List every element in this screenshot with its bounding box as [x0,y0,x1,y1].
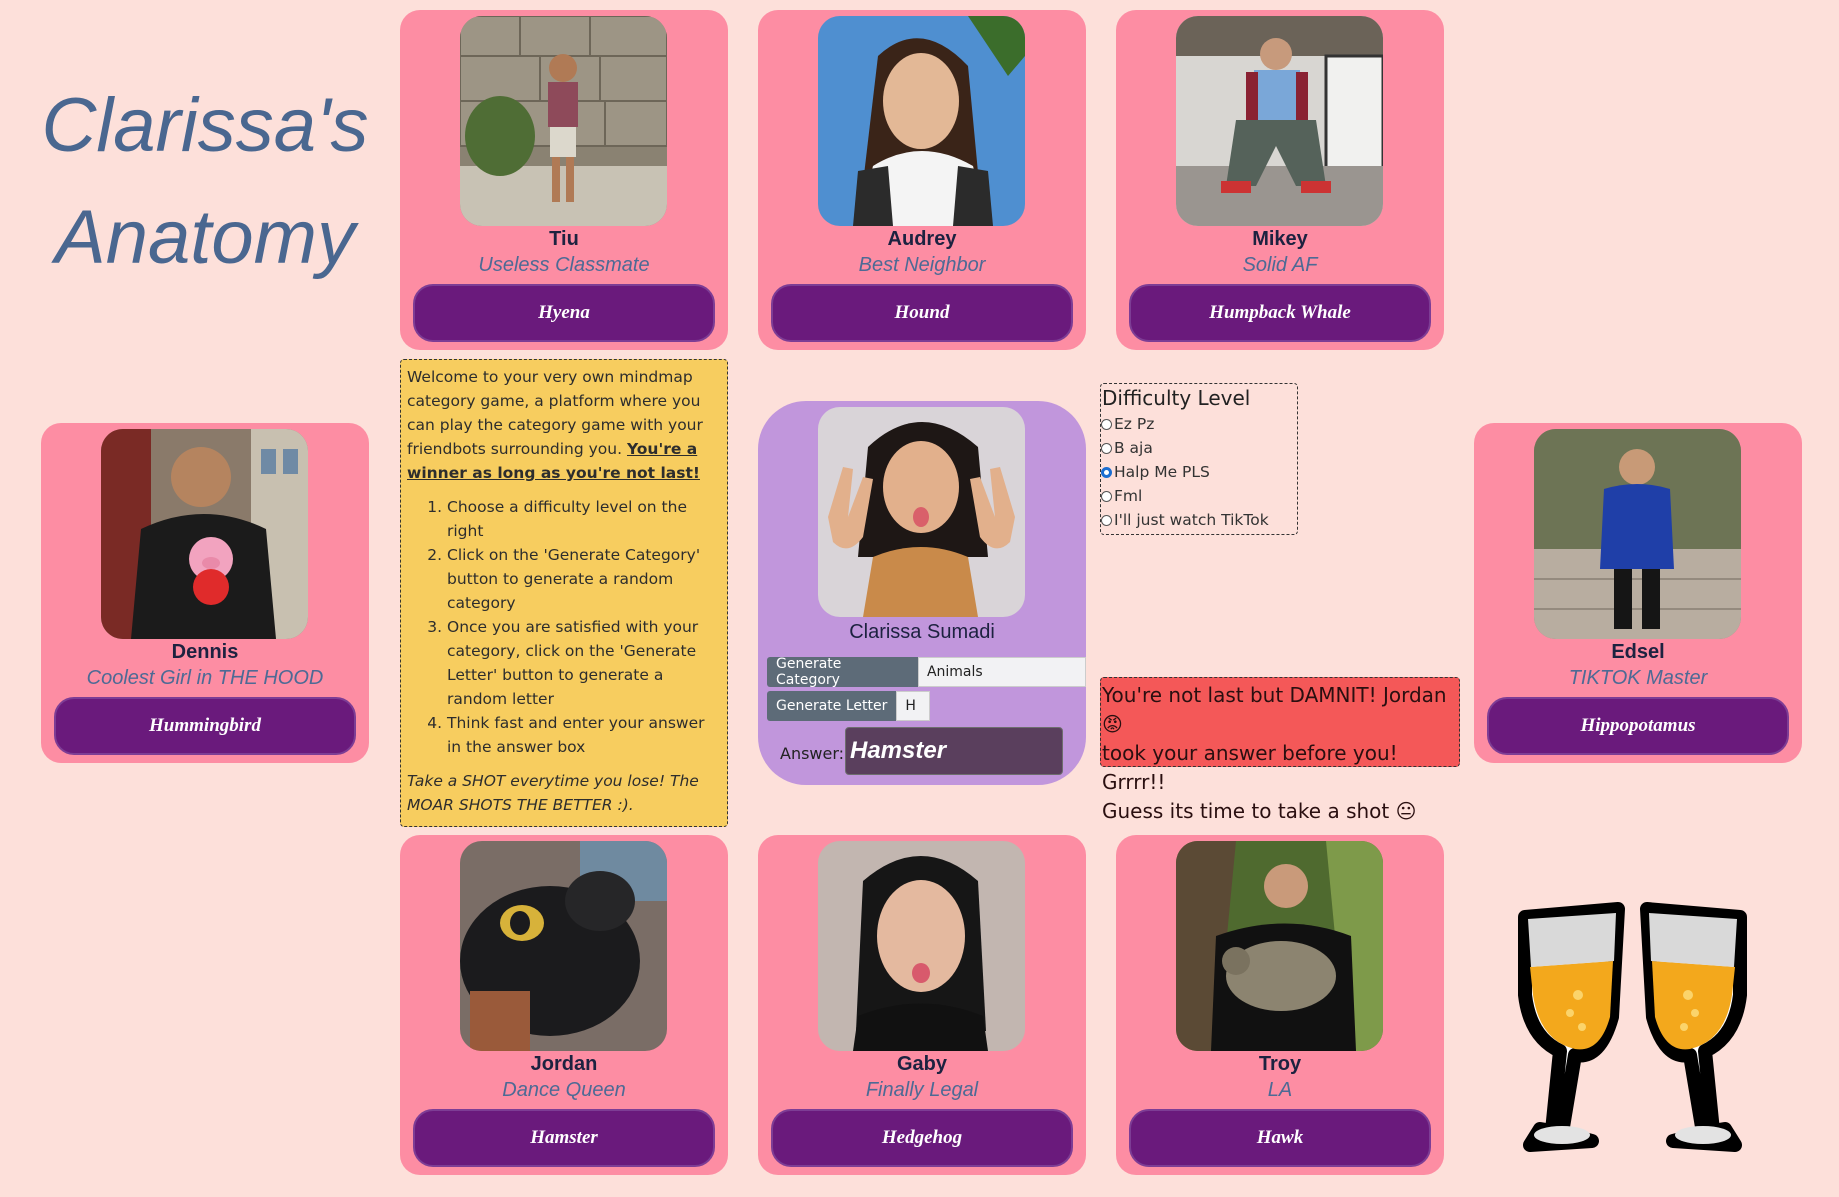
radio-button-selected[interactable] [1101,466,1112,478]
instructions-panel: Welcome to your very own mindmap categor… [400,359,728,827]
friend-photo [1176,841,1383,1051]
radio-button[interactable] [1101,490,1112,502]
friend-role: Dance Queen [502,1079,626,1101]
friend-card-mikey: Mikey Solid AF Humpback Whale [1116,10,1444,350]
result-line: You're not last but DAMNIT! Jordan 😡 [1102,683,1447,736]
radio-button[interactable] [1101,442,1112,454]
letter-row: Generate Letter H [767,691,931,721]
friend-role: Coolest Girl in THE HOOD [86,667,324,689]
friend-card-troy: Troy LA Hawk [1116,835,1444,1175]
answer-input[interactable]: Hamster [845,727,1063,775]
generate-letter-button[interactable]: Generate Letter [767,691,897,721]
friend-role: Useless Classmate [478,254,650,276]
category-row: Generate Category Animals [767,656,1086,688]
answer-label: Answer: [780,744,845,763]
friend-role: TIKTOK Master [1568,667,1708,689]
category-output: Animals [917,657,1086,687]
friend-photo [460,16,667,226]
friend-photo [101,429,308,639]
difficulty-option-label: Halp Me PLS [1114,463,1210,481]
friend-card-edsel: Edsel TIKTOK Master Hippopotamus [1474,423,1802,763]
friend-card-dennis: Dennis Coolest Girl in THE HOOD Hummingb… [41,423,369,763]
instructions-step: Click on the 'Generate Category' button … [447,543,721,615]
friend-photo [818,841,1025,1051]
difficulty-heading: Difficulty Level [1102,386,1251,410]
friend-photo [1534,429,1741,639]
friend-name: Jordan [530,1053,598,1075]
difficulty-option-label: B aja [1114,439,1153,457]
result-message: You're not last but DAMNIT! Jordan 😡 too… [1100,677,1460,823]
friend-role: Finally Legal [865,1079,979,1101]
difficulty-option-b-aja[interactable]: B aja [1101,436,1297,460]
friend-name: Dennis [171,641,239,663]
result-line: Guess its time to take a shot 😐 [1102,799,1417,823]
difficulty-option-fml[interactable]: Fml [1101,484,1297,508]
friend-answer-button[interactable]: Hamster [413,1109,715,1167]
friend-role: Best Neighbor [858,254,986,276]
instructions-steps: Choose a difficulty level on the right C… [407,495,721,759]
generate-category-button[interactable]: Generate Category [767,656,918,688]
friend-photo [460,841,667,1051]
friend-answer-button[interactable]: Hawk [1129,1109,1431,1167]
difficulty-option-halp-me-pls[interactable]: Halp Me PLS [1101,460,1297,484]
friend-answer-button[interactable]: Hyena [413,284,715,342]
instructions-intro: Welcome to your very own mindmap categor… [407,365,721,485]
result-line: took your answer before you! Grrrr!! [1102,741,1398,794]
difficulty-option-label: I'll just watch TikTok [1114,511,1269,529]
difficulty-option-ez-pz[interactable]: Ez Pz [1101,412,1297,436]
instructions-step: Think fast and enter your answer in the … [447,711,721,759]
friend-name: Tiu [549,228,579,250]
friend-answer-button[interactable]: Hummingbird [54,697,356,755]
difficulty-panel: Difficulty Level Ez Pz B aja Halp Me PLS… [1100,383,1298,535]
friend-name: Edsel [1611,641,1665,663]
friend-card-audrey: Audrey Best Neighbor Hound [758,10,1086,350]
page-title-line1: Clarissa's [41,83,369,168]
friend-answer-button[interactable]: Hedgehog [771,1109,1073,1167]
friend-card-tiu: Tiu Useless Classmate Hyena [400,10,728,350]
friend-card-jordan: Jordan Dance Queen Hamster [400,835,728,1175]
difficulty-option-label: Ez Pz [1114,415,1155,433]
friend-answer-button[interactable]: Hound [771,284,1073,342]
player-photo [818,407,1025,617]
player-name: Clarissa Sumadi [849,621,995,643]
difficulty-option-tiktok[interactable]: I'll just watch TikTok [1101,508,1297,532]
friend-name: Gaby [896,1053,948,1075]
friend-card-gaby: Gaby Finally Legal Hedgehog [758,835,1086,1175]
friend-role: LA [1267,1079,1293,1101]
friend-name: Audrey [887,228,957,250]
friend-name: Mikey [1252,228,1308,250]
radio-button[interactable] [1101,418,1112,430]
friend-photo [1176,16,1383,226]
friend-answer-button[interactable]: Hippopotamus [1487,697,1789,755]
player-card: Clarissa Sumadi Generate Category Animal… [758,401,1086,785]
instructions-step: Choose a difficulty level on the right [447,495,721,543]
friend-role: Solid AF [1242,254,1318,276]
instructions-shot: Take a SHOT everytime you lose! The MOAR… [407,772,699,814]
page-title: Clarissa's Anatomy [30,70,380,294]
instructions-step: Once you are satisfied with your categor… [447,615,721,711]
radio-button[interactable] [1101,514,1112,526]
friend-photo [818,16,1025,226]
page-title-line2: Anatomy [55,195,355,280]
friend-answer-button[interactable]: Humpback Whale [1129,284,1431,342]
difficulty-option-label: Fml [1114,487,1143,505]
letter-output: H [896,691,931,721]
friend-name: Troy [1258,1053,1302,1075]
clinking-glasses-icon [1500,895,1765,1170]
